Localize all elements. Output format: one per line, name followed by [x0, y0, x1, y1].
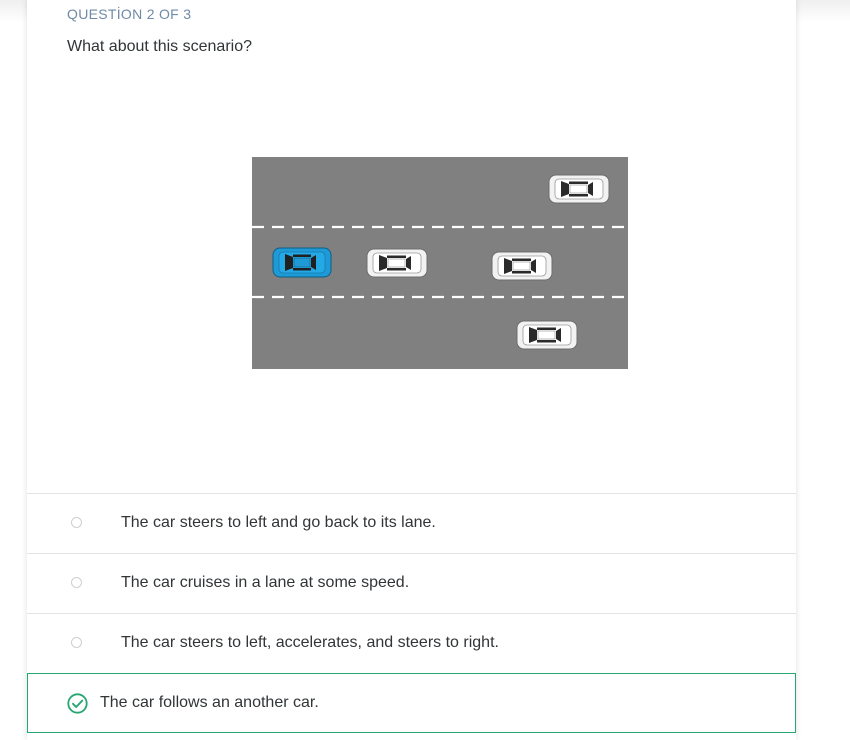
question-prompt: What about this scenario? — [67, 38, 252, 55]
answer-label: The car follows an another car. — [100, 694, 319, 711]
car-top-lane — [548, 174, 610, 204]
answer-label: The car steers to left, accelerates, and… — [121, 634, 499, 651]
question-counter: QUESTİON 2 OF 3 — [67, 6, 192, 22]
radio-icon[interactable] — [71, 517, 82, 528]
answer-option-3[interactable]: The car steers to left, accelerates, and… — [27, 613, 796, 672]
quiz-card: QUESTİON 2 OF 3 What about this scenario… — [27, 0, 796, 740]
radio-icon[interactable] — [71, 637, 82, 648]
answer-option-4-correct[interactable]: The car follows an another car. — [27, 673, 796, 733]
check-circle-icon — [67, 693, 88, 714]
answer-label: The car cruises in a lane at some speed. — [121, 574, 410, 591]
radio-icon[interactable] — [71, 577, 82, 588]
scenario-image — [252, 157, 628, 369]
answer-option-2[interactable]: The car cruises in a lane at some speed. — [27, 553, 796, 612]
answer-option-1[interactable]: The car steers to left and go back to it… — [27, 493, 796, 552]
car-ahead — [491, 251, 553, 281]
car-bottom-lane — [516, 320, 578, 350]
answer-label: The car steers to left and go back to it… — [121, 514, 436, 531]
car-lead — [366, 248, 428, 278]
car-ego — [272, 247, 332, 278]
